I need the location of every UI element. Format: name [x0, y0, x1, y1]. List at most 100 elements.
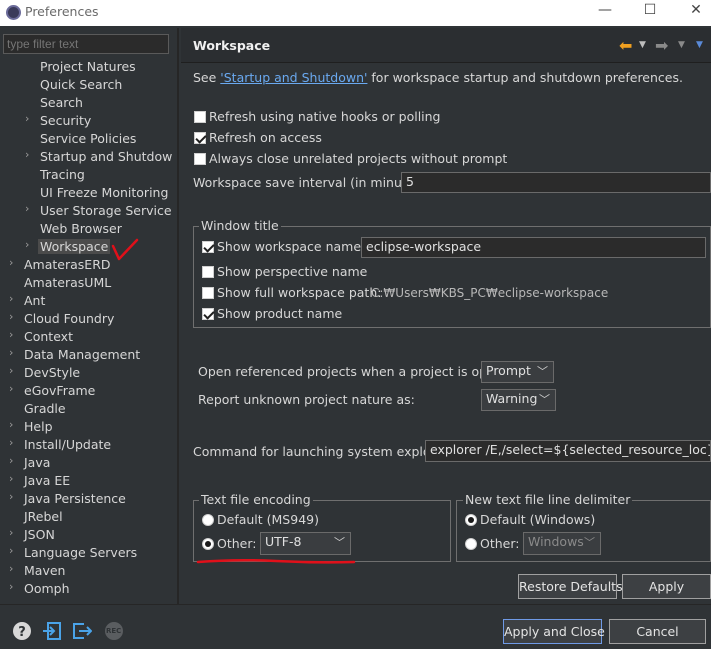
help-icon[interactable]: ?	[12, 621, 32, 641]
chevron-right-icon[interactable]: ›	[9, 346, 21, 359]
import-icon[interactable]	[42, 621, 62, 641]
show-product-checkbox[interactable]	[202, 308, 214, 320]
tree-item-quick-search[interactable]: Quick Search	[3, 76, 168, 94]
chevron-right-icon[interactable]: ›	[9, 544, 21, 557]
chevron-down-icon: ﹀	[539, 393, 550, 406]
tree-item-label: Help	[24, 419, 53, 434]
tree-item-cloud-foundry[interactable]: › Cloud Foundry	[3, 310, 168, 328]
workspace-name-input[interactable]: eclipse-workspace	[361, 237, 706, 258]
show-full-path-checkbox[interactable]	[202, 287, 214, 299]
tree-item-amaterasuml[interactable]: AmaterasUML	[3, 274, 168, 292]
tree-item-startup-and-shutdown[interactable]: › Startup and Shutdown	[3, 148, 172, 166]
tree-item-install-update[interactable]: › Install/Update	[3, 436, 168, 454]
tree-item-java-persistence[interactable]: › Java Persistence	[3, 490, 168, 508]
save-interval-label: Workspace save interval (in minutes):	[193, 175, 431, 190]
tree-item-user-storage-service[interactable]: › User Storage Service	[3, 202, 172, 220]
chevron-right-icon[interactable]: ›	[9, 310, 21, 323]
back-arrow-icon[interactable]: ⬅	[619, 36, 632, 55]
tree-item-jrebel[interactable]: JRebel	[3, 508, 168, 526]
chevron-right-icon[interactable]: ›	[9, 418, 21, 431]
chevron-right-icon[interactable]: ›	[9, 562, 21, 575]
see-description: See 'Startup and Shutdown' for workspace…	[193, 70, 683, 85]
maximize-button[interactable]: ☐	[637, 2, 663, 22]
report-unknown-select[interactable]: Warning ﹀	[481, 389, 556, 411]
encoding-default-radio[interactable]	[202, 514, 214, 526]
tree-item-egovframe[interactable]: › eGovFrame	[3, 382, 168, 400]
chevron-right-icon[interactable]: ›	[9, 256, 21, 269]
chevron-right-icon[interactable]: ›	[9, 580, 21, 593]
tree-item-search[interactable]: Search	[3, 94, 168, 112]
tree-item-project-natures[interactable]: Project Natures	[3, 58, 168, 76]
chevron-right-icon[interactable]: ›	[9, 364, 21, 377]
view-menu-icon[interactable]: ▼	[696, 40, 703, 50]
encoding-default-label: Default (MS949)	[217, 512, 319, 527]
tree-item-label: Java EE	[24, 473, 71, 488]
delimiter-other-label: Other:	[480, 536, 520, 551]
chevron-right-icon[interactable]: ›	[9, 328, 21, 341]
chevron-right-icon[interactable]: ›	[9, 526, 21, 539]
encoding-other-radio[interactable]	[202, 538, 214, 550]
delimiter-select[interactable]: Windows ﹀	[523, 532, 601, 555]
tree-item-security[interactable]: › Security	[3, 112, 168, 130]
chevron-right-icon[interactable]: ›	[9, 454, 21, 467]
filter-input[interactable]	[3, 34, 169, 54]
chevron-right-icon[interactable]: ›	[9, 382, 21, 395]
tree-item-devstyle[interactable]: › DevStyle	[3, 364, 168, 382]
apply-button[interactable]: Apply	[622, 574, 711, 599]
tree-item-oomph[interactable]: › Oomph	[3, 580, 168, 598]
refresh-access-checkbox[interactable]	[194, 132, 206, 144]
show-workspace-name-checkbox[interactable]	[202, 241, 214, 253]
chevron-right-icon[interactable]: ›	[9, 292, 21, 305]
refresh-native-label: Refresh using native hooks or polling	[209, 109, 441, 124]
tree-item-java-ee[interactable]: › Java EE	[3, 472, 168, 490]
back-dropdown-icon[interactable]: ▼	[639, 40, 646, 50]
forward-dropdown-icon[interactable]: ▼	[678, 40, 685, 50]
tree-item-amateraserd[interactable]: › AmaterasERD	[3, 256, 168, 274]
close-button[interactable]: ✕	[683, 2, 709, 22]
chevron-right-icon[interactable]: ›	[25, 148, 37, 161]
tree-item-tracing[interactable]: Tracing	[3, 166, 168, 184]
tree-item-label: eGovFrame	[24, 383, 96, 398]
tree-item-help[interactable]: › Help	[3, 418, 168, 436]
command-input[interactable]: explorer /E,/select=${selected_resource_…	[425, 440, 711, 462]
text-encoding-group-label: Text file encoding	[199, 492, 313, 507]
tree-item-ant[interactable]: › Ant	[3, 292, 168, 310]
export-icon[interactable]	[72, 621, 92, 641]
tree-item-java[interactable]: › Java	[3, 454, 168, 472]
delimiter-other-radio[interactable]	[465, 538, 477, 550]
tree-item-context[interactable]: › Context	[3, 328, 168, 346]
always-close-checkbox[interactable]	[194, 153, 206, 165]
tree-scrollbar[interactable]	[168, 58, 174, 598]
startup-shutdown-link[interactable]: 'Startup and Shutdown'	[220, 70, 367, 85]
chevron-right-icon[interactable]: ›	[9, 436, 21, 449]
chevron-right-icon[interactable]: ›	[25, 112, 37, 125]
apply-and-close-button[interactable]: Apply and Close	[503, 619, 605, 644]
tree-item-service-policies[interactable]: Service Policies	[3, 130, 168, 148]
refresh-native-checkbox[interactable]	[194, 111, 206, 123]
tree-item-json[interactable]: › JSON	[3, 526, 168, 544]
tree-item-gradle[interactable]: Gradle	[3, 400, 168, 418]
save-interval-input[interactable]: 5	[401, 172, 711, 193]
chevron-right-icon[interactable]: ›	[25, 202, 37, 215]
chevron-right-icon[interactable]: ›	[9, 490, 21, 503]
minimize-button[interactable]: —	[592, 2, 618, 22]
splitter[interactable]	[177, 28, 179, 604]
cancel-button[interactable]: Cancel	[609, 619, 706, 644]
chevron-right-icon[interactable]: ›	[9, 472, 21, 485]
tree-item-data-management[interactable]: › Data Management	[3, 346, 168, 364]
show-workspace-name-label: Show workspace name:	[217, 239, 366, 254]
delimiter-default-radio[interactable]	[465, 514, 477, 526]
tree-item-label: AmaterasERD	[24, 257, 111, 272]
tree-item-ui-freeze-monitoring[interactable]: UI Freeze Monitoring	[3, 184, 168, 202]
encoding-select[interactable]: UTF-8 ﹀	[260, 532, 351, 555]
refresh-access-label: Refresh on access	[209, 130, 322, 145]
tree-item-workspace[interactable]: › Workspace	[3, 238, 168, 256]
chevron-right-icon[interactable]: ›	[25, 238, 37, 251]
restore-defaults-button[interactable]: Restore Defaults	[518, 574, 623, 599]
tree-item-language-servers[interactable]: › Language Servers	[3, 544, 168, 562]
tree-item-maven[interactable]: › Maven	[3, 562, 168, 580]
show-perspective-checkbox[interactable]	[202, 266, 214, 278]
tree-item-web-browser[interactable]: Web Browser	[3, 220, 168, 238]
forward-arrow-icon[interactable]: ➡	[655, 36, 668, 55]
open-referenced-select[interactable]: Prompt ﹀	[481, 361, 554, 383]
